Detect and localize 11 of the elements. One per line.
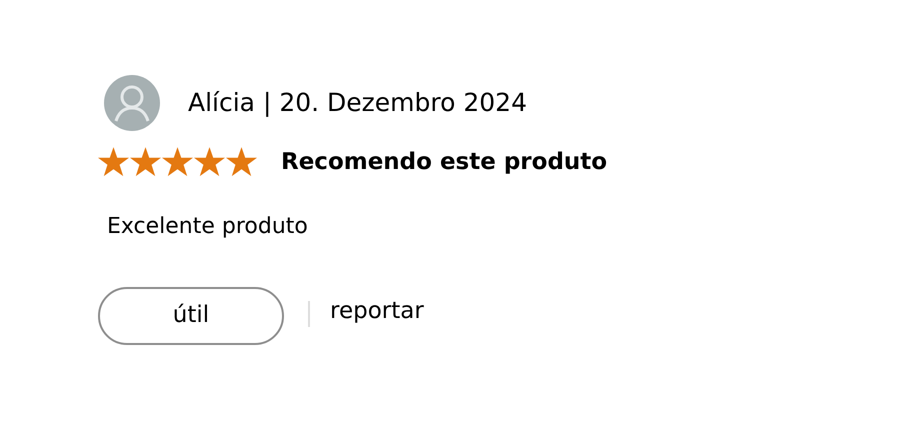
review-headline: Recomendo este produto	[281, 148, 608, 177]
star-icon	[162, 147, 193, 178]
star-icon	[98, 147, 129, 178]
avatar-icon	[104, 75, 160, 131]
star-icon	[130, 147, 161, 178]
report-link[interactable]: reportar	[330, 294, 424, 329]
helpful-button[interactable]: útil	[98, 286, 284, 344]
star-icon	[194, 147, 225, 178]
star-icon	[226, 147, 257, 178]
author-date: Alícia | 20. Dezembro 2024	[188, 87, 527, 120]
review-text: Excelente produto	[106, 212, 309, 240]
